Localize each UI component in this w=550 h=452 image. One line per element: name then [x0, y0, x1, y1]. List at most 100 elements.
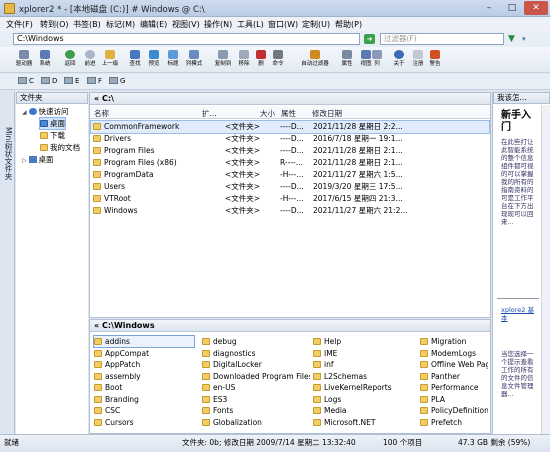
list-item[interactable]: DigitalLocker — [202, 359, 310, 370]
file-date: 2021/11/27 星期六 21:2... — [313, 206, 408, 215]
maximize-button[interactable]: □ — [501, 1, 523, 15]
list-item[interactable]: Media — [313, 405, 417, 416]
list-item[interactable]: Offline Web Pages — [420, 359, 488, 370]
drive-e-button[interactable]: E — [64, 77, 79, 85]
list-item[interactable]: AppPatch — [94, 359, 194, 370]
file-row[interactable]: Drivers <文件夹> ----D... 2016/7/18 星期一 19:… — [91, 133, 489, 145]
toolbar-up-button[interactable]: 上一级 — [96, 50, 124, 72]
folder-icon — [420, 407, 428, 414]
list-item-label: L2Schemas — [324, 371, 368, 381]
list-item[interactable]: AppCompat — [94, 348, 194, 359]
list-item[interactable]: addins — [93, 335, 195, 348]
column-ext[interactable]: 扩... — [202, 108, 217, 119]
file-row[interactable]: VTRoot <文件夹> -H---... 2017/6/15 星期四 21:3… — [91, 193, 489, 205]
tree-item-quick-access[interactable]: ◢ 快速访问 — [22, 106, 69, 117]
list-item[interactable]: Branding — [94, 394, 194, 405]
list-item[interactable]: Downloaded Program Files — [202, 371, 310, 382]
list-item[interactable]: Fonts — [202, 405, 310, 416]
toolbar-column-mode-button[interactable]: 列模式 — [180, 50, 208, 72]
mini-tree-tab[interactable]: Mini树状文件夹 — [0, 92, 15, 434]
toolbar-system-button[interactable]: 系统 — [31, 50, 59, 72]
list-item[interactable]: Logs — [313, 394, 417, 405]
menu-customize[interactable]: 定制(U) — [302, 19, 330, 30]
folder-icon — [313, 372, 321, 380]
help-paragraph: 在此些打让此智能系统的整个信息组件都可视的可以掌握我的所有的指南资料的可是工作平… — [501, 138, 534, 226]
menu-action[interactable]: 操作(N) — [204, 19, 232, 30]
list-item[interactable]: assembly — [94, 371, 194, 382]
tree-item-label: 下载 — [50, 131, 65, 140]
list-item[interactable]: IME — [313, 348, 417, 359]
column-size[interactable]: 大小 — [260, 108, 275, 119]
column-date[interactable]: 修改日期 — [312, 108, 342, 119]
list-item[interactable]: ModemLogs — [420, 348, 488, 359]
menu-tools[interactable]: 工具(L) — [237, 19, 264, 30]
list-item[interactable]: Microsoft.NET — [313, 417, 417, 428]
file-size: <文件夹> — [225, 158, 261, 167]
list-item[interactable]: ES3 — [202, 394, 310, 405]
file-row[interactable]: Program Files <文件夹> ----D... 2021/11/28 … — [91, 145, 489, 157]
help-link[interactable]: xplore2 基本 — [501, 306, 539, 346]
list-item-label: Cursors — [105, 417, 134, 427]
drive-d-button[interactable]: D — [41, 77, 57, 85]
list-item[interactable]: debug — [202, 336, 310, 347]
tree-item-documents[interactable]: 我的文档 — [40, 142, 80, 153]
toolbar-autofilter-button[interactable]: 自动过滤器 — [298, 50, 332, 72]
go-arrow-icon[interactable]: ➜ — [364, 34, 375, 44]
list-item[interactable]: PolicyDefinitions — [420, 405, 488, 416]
file-row[interactable]: Users <文件夹> ----D... 2019/3/20 星期三 17:5.… — [91, 181, 489, 193]
list-item-label: Panther — [431, 371, 460, 381]
list-item[interactable]: L2Schemas — [313, 371, 417, 382]
file-row[interactable]: Program Files (x86) <文件夹> R----... 2021/… — [91, 157, 489, 169]
list-item[interactable]: LiveKernelReports — [313, 382, 417, 393]
tree-item-downloads[interactable]: 下载 — [40, 130, 65, 141]
list-item[interactable]: CSC — [94, 405, 194, 416]
list-item[interactable]: inf — [313, 359, 417, 370]
list-item[interactable]: PLA — [420, 394, 488, 405]
menu-edit[interactable]: 编辑(E) — [140, 19, 167, 30]
list-item[interactable]: Help — [313, 336, 417, 347]
toolbar-command-button[interactable]: 命令 — [264, 50, 292, 72]
list-item[interactable]: Prefetch — [420, 417, 488, 428]
drive-c-button[interactable]: C — [18, 77, 34, 85]
filter-funnel-icon[interactable]: ▼ — [508, 34, 518, 44]
menu-view[interactable]: 视图(V) — [172, 19, 200, 30]
list-item-label: ES3 — [213, 394, 228, 404]
list-item[interactable]: Migration — [420, 336, 488, 347]
close-button[interactable]: ✕ — [524, 1, 548, 15]
list-item[interactable]: diagnostics — [202, 348, 310, 359]
file-row[interactable]: ProgramData <文件夹> -H---... 2021/11/27 星期… — [91, 169, 489, 181]
status-selection: 文件夹: 0b; 修改日期 2009/7/14 星期二 13:32:40 — [182, 438, 356, 447]
minimize-button[interactable]: – — [478, 1, 500, 15]
toolbar-warning-button[interactable]: 警告 — [421, 50, 449, 72]
menu-goto[interactable]: 转到(O) — [40, 19, 69, 30]
list-item[interactable]: Boot — [94, 382, 194, 393]
file-row[interactable]: CommonFramework <文件夹> ----D... 2021/11/2… — [90, 120, 490, 134]
file-row[interactable]: Windows <文件夹> ----D... 2021/11/27 星期六 21… — [91, 205, 489, 217]
menu-window[interactable]: 窗口(W) — [268, 19, 298, 30]
folder-icon — [202, 338, 210, 345]
file-date: 2019/3/20 星期三 17:5... — [313, 182, 403, 191]
menu-help[interactable]: 帮助(P) — [335, 19, 362, 30]
tree-item-desktop[interactable]: 桌面 — [39, 117, 66, 130]
menu-file[interactable]: 文件(F) — [6, 19, 33, 30]
menu-bookmarks[interactable]: 书签(B) — [73, 19, 101, 30]
list-item[interactable]: Panther — [420, 371, 488, 382]
address-input[interactable]: C:\Windows — [13, 33, 360, 45]
drive-f-button[interactable]: F — [87, 77, 102, 85]
toolbar-columns-button[interactable]: 列 — [367, 50, 387, 72]
menu-mark[interactable]: 标记(M) — [106, 19, 135, 30]
column-attr[interactable]: 属性 — [281, 108, 296, 119]
expand-icon[interactable]: ◢ — [22, 109, 29, 116]
drive-g-button[interactable]: G — [109, 77, 125, 85]
column-name[interactable]: 名称 — [94, 108, 109, 119]
list-item[interactable]: Globalization — [202, 417, 310, 428]
filter-input[interactable]: 过滤器(F) — [380, 33, 504, 45]
list-item[interactable]: Performance — [420, 382, 488, 393]
folder-icon — [420, 384, 428, 391]
help-scrollbar[interactable] — [541, 105, 550, 434]
drive-icon — [64, 77, 73, 84]
list-item[interactable]: en-US — [202, 382, 310, 393]
list-item[interactable]: Cursors — [94, 417, 194, 428]
tree-item-desktop-root[interactable]: ▷ 桌面 — [22, 154, 54, 165]
filter-dropdown-icon[interactable]: ▾ — [522, 34, 532, 44]
